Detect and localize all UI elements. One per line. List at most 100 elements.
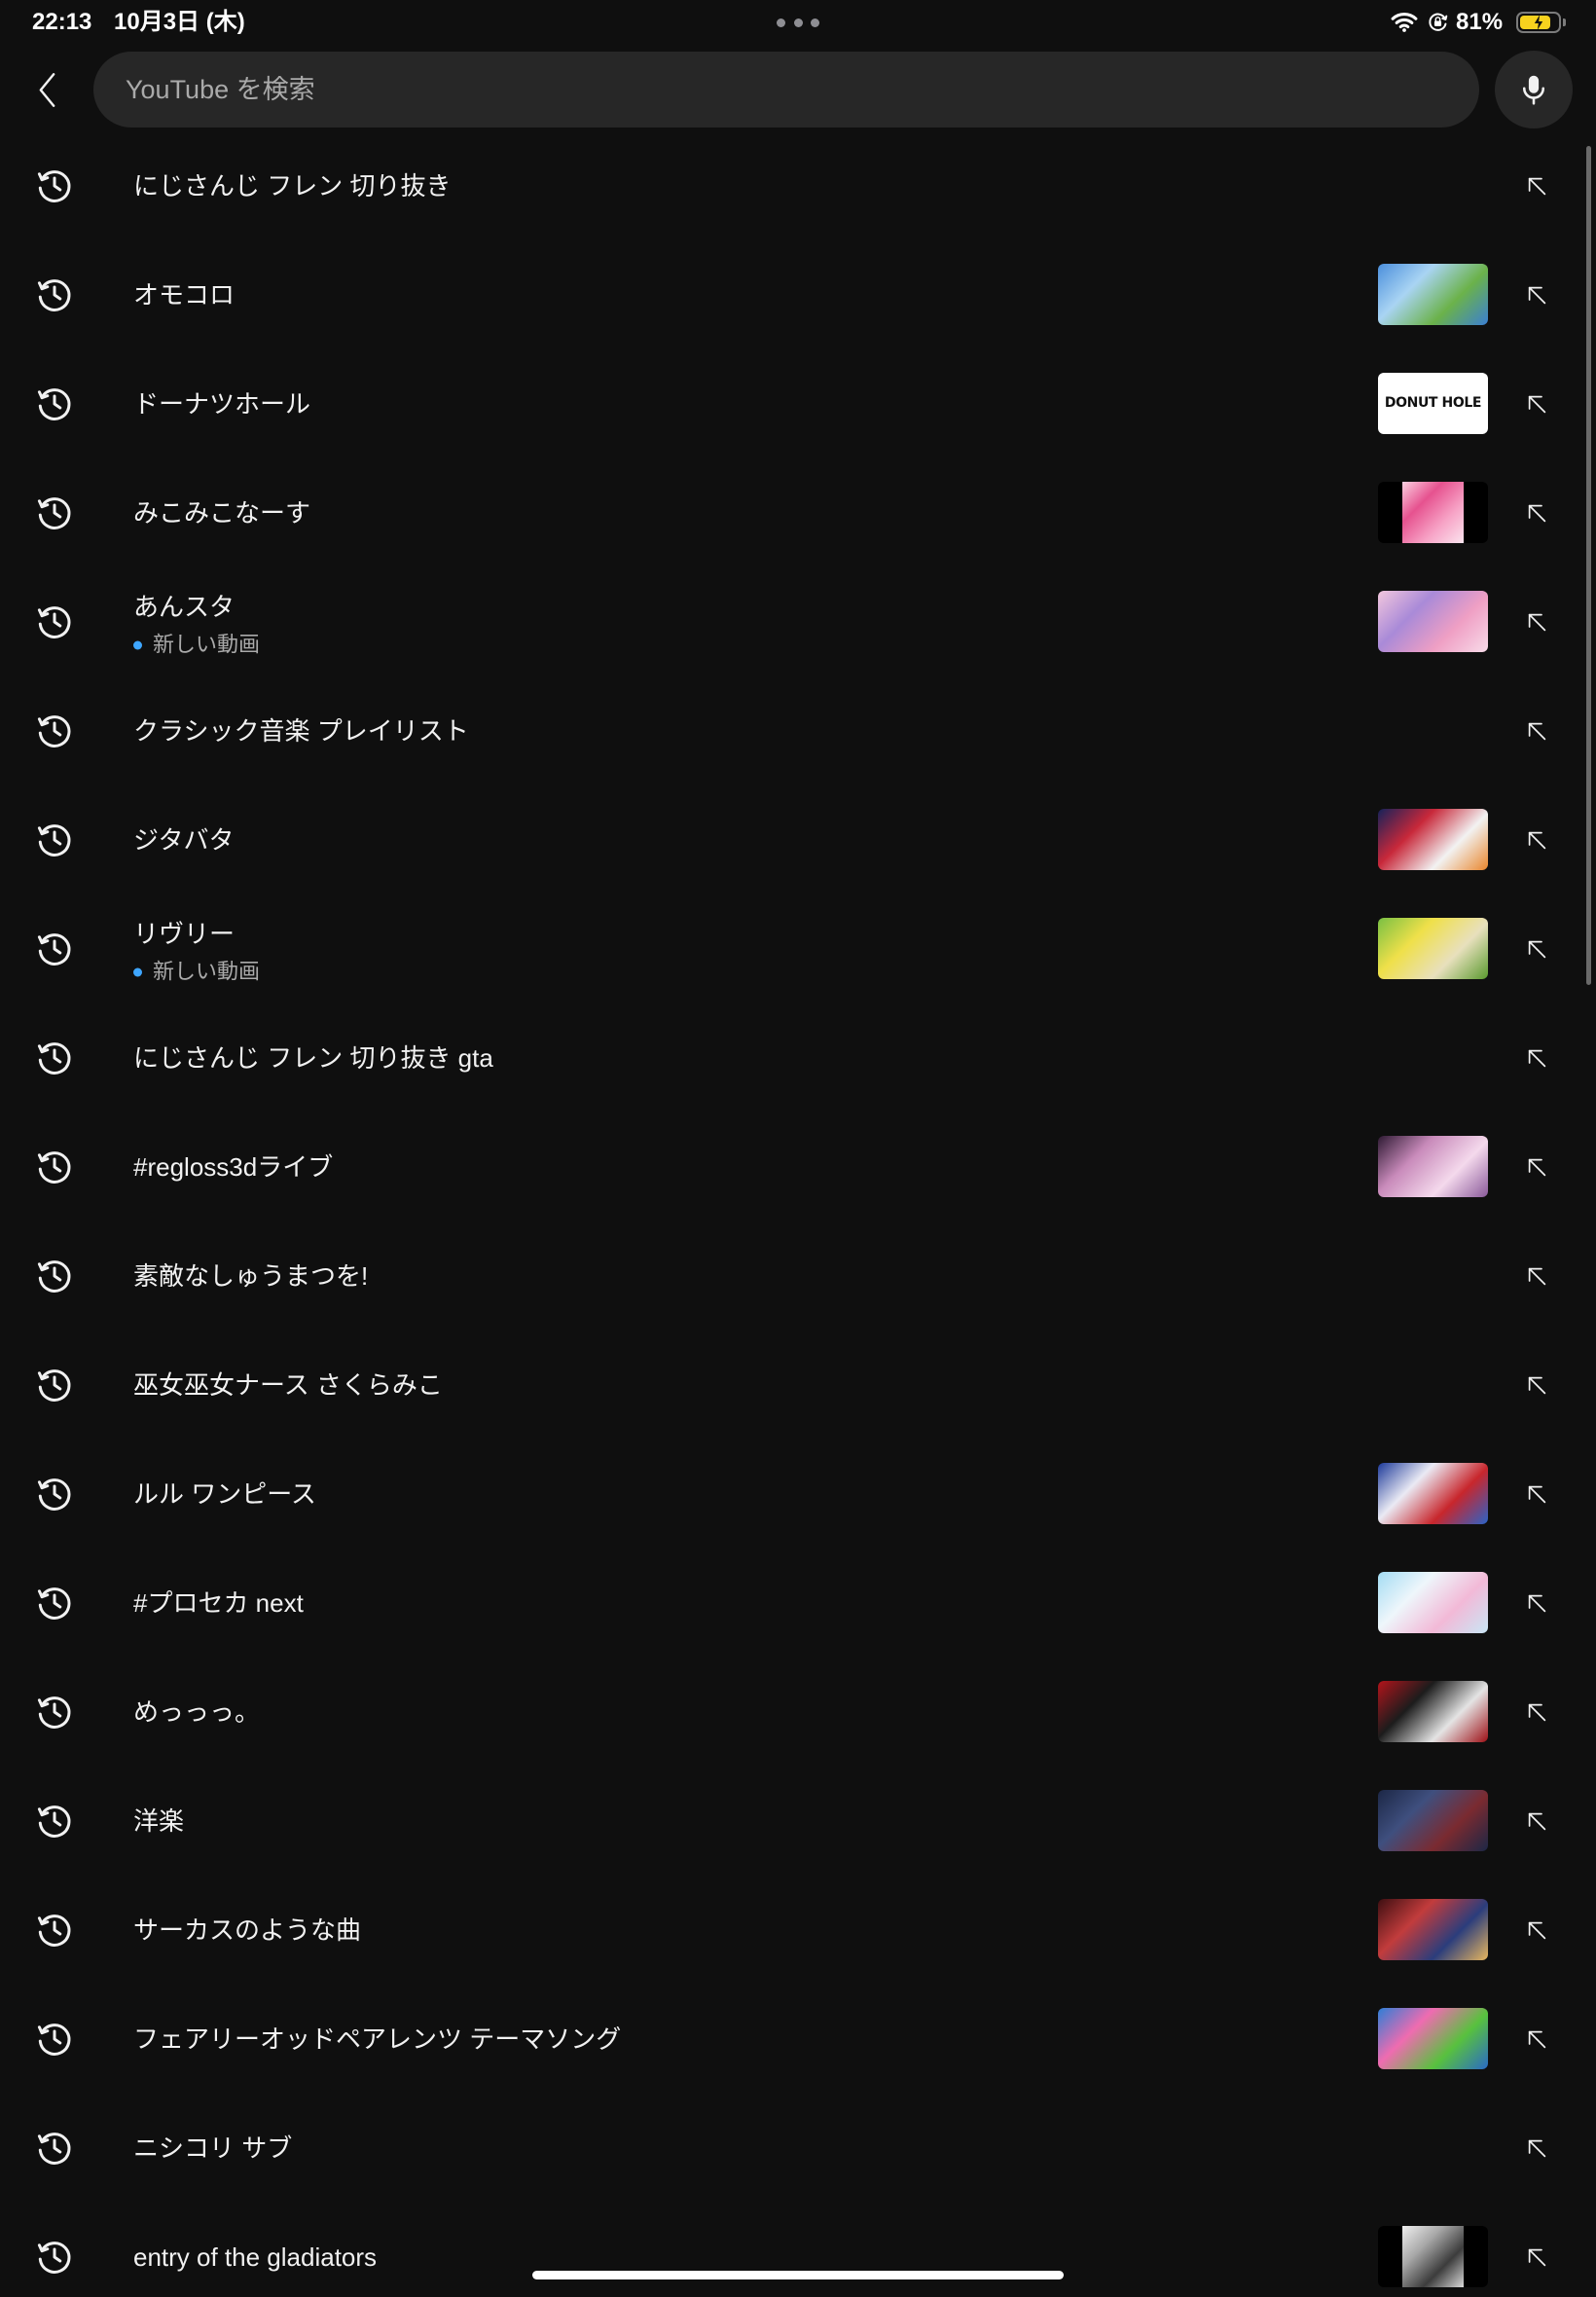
thumbnail-image bbox=[1378, 918, 1488, 979]
search-history-item[interactable]: オモコロ bbox=[0, 240, 1596, 349]
history-query-label: ニシコリ サブ bbox=[133, 2133, 293, 2163]
history-item-text: にじさんじ フレン 切り抜き bbox=[133, 169, 451, 202]
search-history-item[interactable]: ルル ワンピース bbox=[0, 1440, 1596, 1549]
insert-query-button[interactable] bbox=[1507, 1247, 1566, 1305]
history-item-text: 素敵なしゅうまつを! bbox=[133, 1259, 368, 1293]
new-videos-label: 新しい動画 bbox=[153, 632, 261, 657]
history-query-label: 巫女巫女ナース さくらみこ bbox=[133, 1370, 443, 1400]
search-history-item[interactable]: サーカスのような曲 bbox=[0, 1876, 1596, 1985]
arrow-up-left-icon bbox=[1528, 2030, 1545, 2048]
search-history-item[interactable]: 巫女巫女ナース さくらみこ bbox=[0, 1331, 1596, 1440]
battery-nub bbox=[1563, 18, 1566, 26]
thumbnail-image bbox=[1402, 482, 1464, 543]
new-video-dot bbox=[133, 640, 142, 649]
insert-query-button[interactable] bbox=[1507, 1683, 1566, 1741]
insert-query-button[interactable] bbox=[1507, 484, 1566, 542]
insert-query-button[interactable] bbox=[1507, 1901, 1566, 1959]
video-thumbnail bbox=[1378, 2008, 1488, 2069]
search-input[interactable] bbox=[93, 52, 1479, 128]
search-history-item[interactable]: ジタバタ bbox=[0, 785, 1596, 894]
arrow-up-left-icon bbox=[1528, 2248, 1545, 2266]
insert-query-button[interactable] bbox=[1507, 1029, 1566, 1087]
insert-query-button[interactable] bbox=[1507, 1574, 1566, 1632]
video-thumbnail bbox=[1378, 1790, 1488, 1851]
search-history-item[interactable]: めっっっ。 bbox=[0, 1658, 1596, 1767]
search-history-item[interactable]: にじさんじ フレン 切り抜き bbox=[0, 131, 1596, 240]
arrow-up-left-icon bbox=[1528, 1267, 1545, 1285]
history-query-label: entry of the gladiators bbox=[133, 2242, 378, 2272]
insert-query-button[interactable] bbox=[1507, 593, 1566, 651]
history-query-label: にじさんじ フレン 切り抜き gta bbox=[133, 1043, 493, 1073]
search-history-item[interactable]: みこみこなーす bbox=[0, 458, 1596, 567]
scrollbar[interactable] bbox=[1586, 146, 1591, 985]
arrow-up-left-icon bbox=[1528, 613, 1545, 631]
history-query-label: #regloss3dライブ bbox=[133, 1152, 334, 1182]
search-history-item[interactable]: 洋楽 bbox=[0, 1767, 1596, 1876]
insert-query-button[interactable] bbox=[1507, 266, 1566, 324]
search-history-item[interactable]: にじさんじ フレン 切り抜き gta bbox=[0, 1003, 1596, 1112]
wifi-icon bbox=[1391, 13, 1418, 32]
history-item-text: オモコロ bbox=[133, 278, 235, 311]
insert-query-button[interactable] bbox=[1507, 702, 1566, 760]
voice-search-button[interactable] bbox=[1495, 51, 1573, 128]
history-icon bbox=[37, 2242, 71, 2274]
insert-query-button[interactable] bbox=[1507, 920, 1566, 978]
history-query-label: オモコロ bbox=[133, 280, 236, 310]
thumbnail-caption: DONUT HOLE bbox=[1384, 395, 1482, 411]
search-history-item[interactable]: あんスタ 新しい動画 bbox=[0, 567, 1596, 676]
history-icon bbox=[37, 824, 71, 857]
history-icon bbox=[37, 388, 71, 420]
search-history-item[interactable]: リヴリー 新しい動画 bbox=[0, 894, 1596, 1003]
search-history-item[interactable]: ドーナツホール DONUT HOLE bbox=[0, 349, 1596, 458]
history-query-label: みこみこなーす bbox=[133, 498, 311, 528]
search-history-item[interactable]: クラシック音楽 プレイリスト bbox=[0, 676, 1596, 785]
history-item-text: entry of the gladiators bbox=[133, 2241, 377, 2274]
charging-bolt-icon bbox=[1534, 15, 1543, 30]
video-thumbnail bbox=[1378, 482, 1488, 543]
home-indicator[interactable] bbox=[532, 2271, 1064, 2279]
search-history-item[interactable]: #regloss3dライブ bbox=[0, 1112, 1596, 1221]
insert-query-button[interactable] bbox=[1507, 375, 1566, 433]
insert-query-button[interactable] bbox=[1507, 1792, 1566, 1850]
search-history-item[interactable]: entry of the gladiators bbox=[0, 2203, 1596, 2297]
search-history-item[interactable]: ニシコリ サブ bbox=[0, 2094, 1596, 2203]
history-item-text: リヴリー 新しい動画 bbox=[133, 918, 260, 987]
history-query-label: あんスタ bbox=[133, 592, 236, 622]
thumbnail-image bbox=[1378, 264, 1488, 325]
video-thumbnail bbox=[1378, 918, 1488, 979]
history-icon bbox=[37, 933, 71, 966]
insert-query-button[interactable] bbox=[1507, 157, 1566, 215]
more-dots-icon[interactable] bbox=[777, 17, 819, 28]
dot bbox=[793, 18, 803, 27]
chevron-left-icon bbox=[39, 72, 54, 107]
thumbnail-image bbox=[1378, 1463, 1488, 1524]
search-history-item[interactable]: フェアリーオッドペアレンツ テーマソング bbox=[0, 1985, 1596, 2094]
insert-query-button[interactable] bbox=[1507, 1138, 1566, 1196]
new-videos-indicator: 新しい動画 bbox=[133, 958, 260, 987]
insert-query-button[interactable] bbox=[1507, 2010, 1566, 2068]
search-history-item[interactable]: 素敵なしゅうまつを! bbox=[0, 1221, 1596, 1331]
arrow-up-left-icon bbox=[1528, 940, 1545, 958]
insert-query-button[interactable] bbox=[1507, 1356, 1566, 1414]
back-button[interactable] bbox=[26, 60, 67, 119]
insert-query-button[interactable] bbox=[1507, 2228, 1566, 2286]
search-history-item[interactable]: #プロセカ next bbox=[0, 1549, 1596, 1658]
history-item-text: サーカスのような曲 bbox=[133, 1914, 361, 1947]
history-icon bbox=[37, 606, 71, 638]
insert-query-button[interactable] bbox=[1507, 811, 1566, 869]
history-item-text: ジタバタ bbox=[133, 823, 234, 857]
battery-charging-icon bbox=[1516, 12, 1567, 33]
history-query-label: リヴリー bbox=[133, 919, 236, 949]
new-videos-label: 新しい動画 bbox=[153, 959, 261, 984]
insert-query-button[interactable] bbox=[1507, 2119, 1566, 2177]
video-thumbnail: DONUT HOLE bbox=[1378, 373, 1488, 434]
insert-query-button[interactable] bbox=[1507, 1465, 1566, 1523]
search-field[interactable] bbox=[93, 52, 1479, 128]
video-thumbnail bbox=[1378, 264, 1488, 325]
arrow-up-left-icon bbox=[1528, 722, 1545, 740]
arrow-up-left-icon bbox=[1528, 1049, 1545, 1067]
new-videos-indicator: 新しい動画 bbox=[133, 631, 260, 660]
arrow-up-left-icon bbox=[1528, 177, 1545, 195]
history-item-text: 洋楽 bbox=[133, 1805, 184, 1838]
history-item-text: ドーナツホール bbox=[133, 387, 310, 420]
